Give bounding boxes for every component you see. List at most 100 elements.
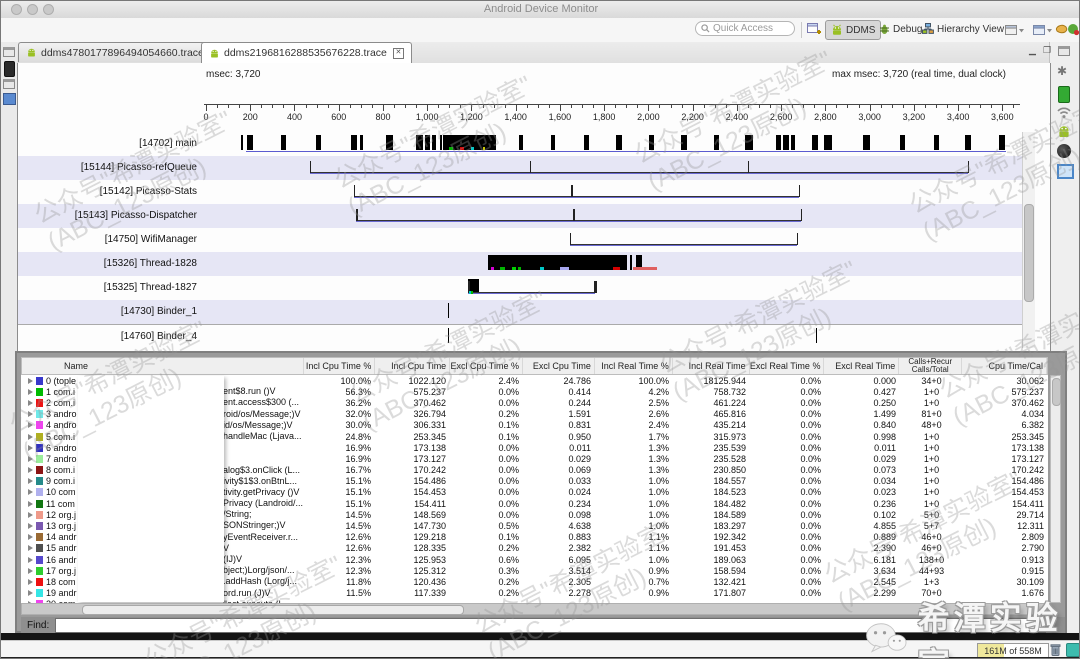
ruler-tick — [803, 105, 804, 108]
table-cell: 4.855 — [825, 521, 900, 531]
minimize-icon[interactable]: ▁ — [1029, 45, 1036, 56]
scrollbar-thumb[interactable] — [1052, 378, 1061, 406]
restore-view-icon[interactable] — [1058, 46, 1070, 56]
thread-row[interactable]: [15143] Picasso-Dispatcher — [18, 204, 1022, 228]
trace-call-block — [488, 255, 627, 270]
table-cell: 2.5% — [595, 398, 673, 408]
expand-arrow-icon[interactable] — [28, 445, 33, 451]
table-cell: 125.953 — [375, 555, 450, 565]
profile-status-icon[interactable] — [1067, 23, 1080, 41]
expand-arrow-icon[interactable] — [28, 478, 33, 484]
table-horizontal-scrollbar[interactable] — [21, 603, 1048, 615]
scrollbar-thumb[interactable] — [1024, 204, 1034, 302]
expand-arrow-icon[interactable] — [28, 579, 33, 585]
heap-status-indicator[interactable]: 161M of 558M — [977, 643, 1049, 658]
expand-arrow-icon[interactable] — [28, 411, 33, 417]
table-cell: 191.453 — [673, 543, 750, 553]
expand-arrow-icon[interactable] — [28, 512, 33, 518]
tab-trace-1[interactable]: ddms4780177896494054660.trace — [18, 42, 212, 62]
expand-arrow-icon[interactable] — [28, 590, 33, 596]
expand-arrow-icon[interactable] — [28, 467, 33, 473]
expand-arrow-icon[interactable] — [28, 389, 33, 395]
table-cell: 306.331 — [375, 420, 450, 430]
expand-arrow-icon[interactable] — [28, 400, 33, 406]
quick-access-input[interactable]: Quick Access — [695, 21, 795, 36]
thread-row[interactable]: [15142] Picasso-Stats — [18, 180, 1022, 204]
open-perspective-icon[interactable] — [807, 23, 821, 41]
column-header[interactable]: Excl Cpu Time % — [450, 358, 523, 374]
table-cell: 170.242 — [963, 465, 1048, 475]
screen-capture-icon[interactable] — [1057, 164, 1074, 179]
table-cell: 1.3% — [595, 454, 673, 464]
column-header[interactable]: Name — [22, 358, 304, 374]
view-menu-dropdown-icon[interactable] — [1033, 24, 1053, 42]
method-color-chip — [36, 455, 43, 463]
column-header[interactable]: Incl Cpu Time % — [304, 358, 376, 374]
thread-row[interactable]: [14760] Binder_4 — [18, 324, 1022, 349]
expand-arrow-icon[interactable] — [28, 456, 33, 462]
thread-row[interactable]: [14702] main — [18, 132, 1022, 156]
maximize-icon[interactable]: ❐ — [1043, 45, 1051, 56]
scrollbar-thumb[interactable] — [82, 605, 464, 615]
method-color-chip — [36, 388, 43, 396]
expand-arrow-icon[interactable] — [28, 568, 33, 574]
close-tab-icon[interactable]: ✕ — [393, 48, 404, 59]
perspective-ddms-button[interactable]: DDMS — [825, 20, 881, 40]
expand-arrow-icon[interactable] — [28, 545, 33, 551]
thread-row[interactable]: [14750] WifiManager — [18, 228, 1022, 252]
thread-row[interactable]: [15326] Thread-1828 — [18, 252, 1022, 276]
expand-arrow-icon[interactable] — [28, 489, 33, 495]
table-cell: 0.0% — [750, 409, 825, 419]
trace-tick — [432, 135, 436, 150]
method-name-left: 17 org.j — [46, 566, 76, 576]
expand-arrow-icon[interactable] — [28, 434, 33, 440]
expand-arrow-icon[interactable] — [28, 501, 33, 507]
column-header[interactable]: Incl Real Time — [673, 358, 750, 374]
table-cell: 758.732 — [673, 387, 750, 397]
perspective-hierarchy-button[interactable]: Hierarchy View — [917, 20, 1009, 38]
method-name-right: tivity.getPrivacy ()V — [223, 487, 299, 497]
android-icon[interactable] — [1057, 124, 1071, 144]
column-header[interactable]: Excl Cpu Time — [523, 358, 595, 374]
expand-arrow-icon[interactable] — [28, 534, 33, 540]
table-cell: 46+0 — [900, 532, 963, 542]
method-name-left: 12 org.j — [46, 510, 76, 520]
find-input[interactable] — [55, 618, 1046, 633]
fast-view-dropdown-icon[interactable] — [1005, 24, 1025, 42]
threads-icon[interactable]: ✱ — [1057, 64, 1067, 78]
column-header[interactable]: Cpu Time/Cal — [962, 358, 1047, 374]
expand-arrow-icon[interactable] — [28, 422, 33, 428]
thread-row[interactable]: [15325] Thread-1827 — [18, 276, 1022, 300]
fast-view-console-icon[interactable] — [3, 47, 15, 57]
table-cell: 0.2% — [450, 409, 523, 419]
method-color-chip — [36, 399, 43, 407]
timeline-vertical-scrollbar[interactable] — [1022, 132, 1035, 348]
expand-arrow-icon[interactable] — [28, 557, 33, 563]
table-vertical-scrollbar[interactable] — [1050, 375, 1061, 603]
tab-trace-2[interactable]: ddms2196816288535676228.trace ✕ — [201, 42, 412, 63]
thread-row[interactable]: [15144] Picasso-refQueue — [18, 156, 1022, 180]
expand-arrow-icon[interactable] — [28, 523, 33, 529]
table-cell: 1.3% — [595, 465, 673, 475]
table-cell: 12.6% — [303, 532, 375, 542]
column-header[interactable]: Incl Cpu Time — [375, 358, 450, 374]
emulator-control-icon[interactable] — [1057, 144, 1071, 158]
battery-icon[interactable] — [1058, 86, 1070, 103]
fast-view-screen-icon[interactable] — [3, 93, 16, 105]
table-cell: 3.634 — [825, 566, 900, 576]
fast-view-window-icon[interactable] — [3, 79, 15, 89]
column-header[interactable]: Incl Real Time % — [595, 358, 673, 374]
column-header[interactable]: Excl Real Time % — [750, 358, 825, 374]
table-cell: 192.342 — [673, 532, 750, 542]
fast-view-device-icon[interactable] — [4, 61, 15, 77]
table-cell: 1.0% — [595, 499, 673, 509]
wifi-icon[interactable] — [1057, 106, 1071, 124]
expand-arrow-icon[interactable] — [28, 378, 33, 384]
method-name-right: ord.run (J)V — [223, 588, 271, 598]
thread-row[interactable]: [14730] Binder_1 — [18, 300, 1022, 324]
trace-bracket-line — [468, 292, 595, 294]
trace-tick — [999, 135, 1005, 150]
column-header[interactable]: Excl Real Time — [824, 358, 899, 374]
column-header[interactable]: Calls+RecurCalls/Total — [899, 358, 962, 374]
table-cell: 170.242 — [375, 465, 450, 475]
